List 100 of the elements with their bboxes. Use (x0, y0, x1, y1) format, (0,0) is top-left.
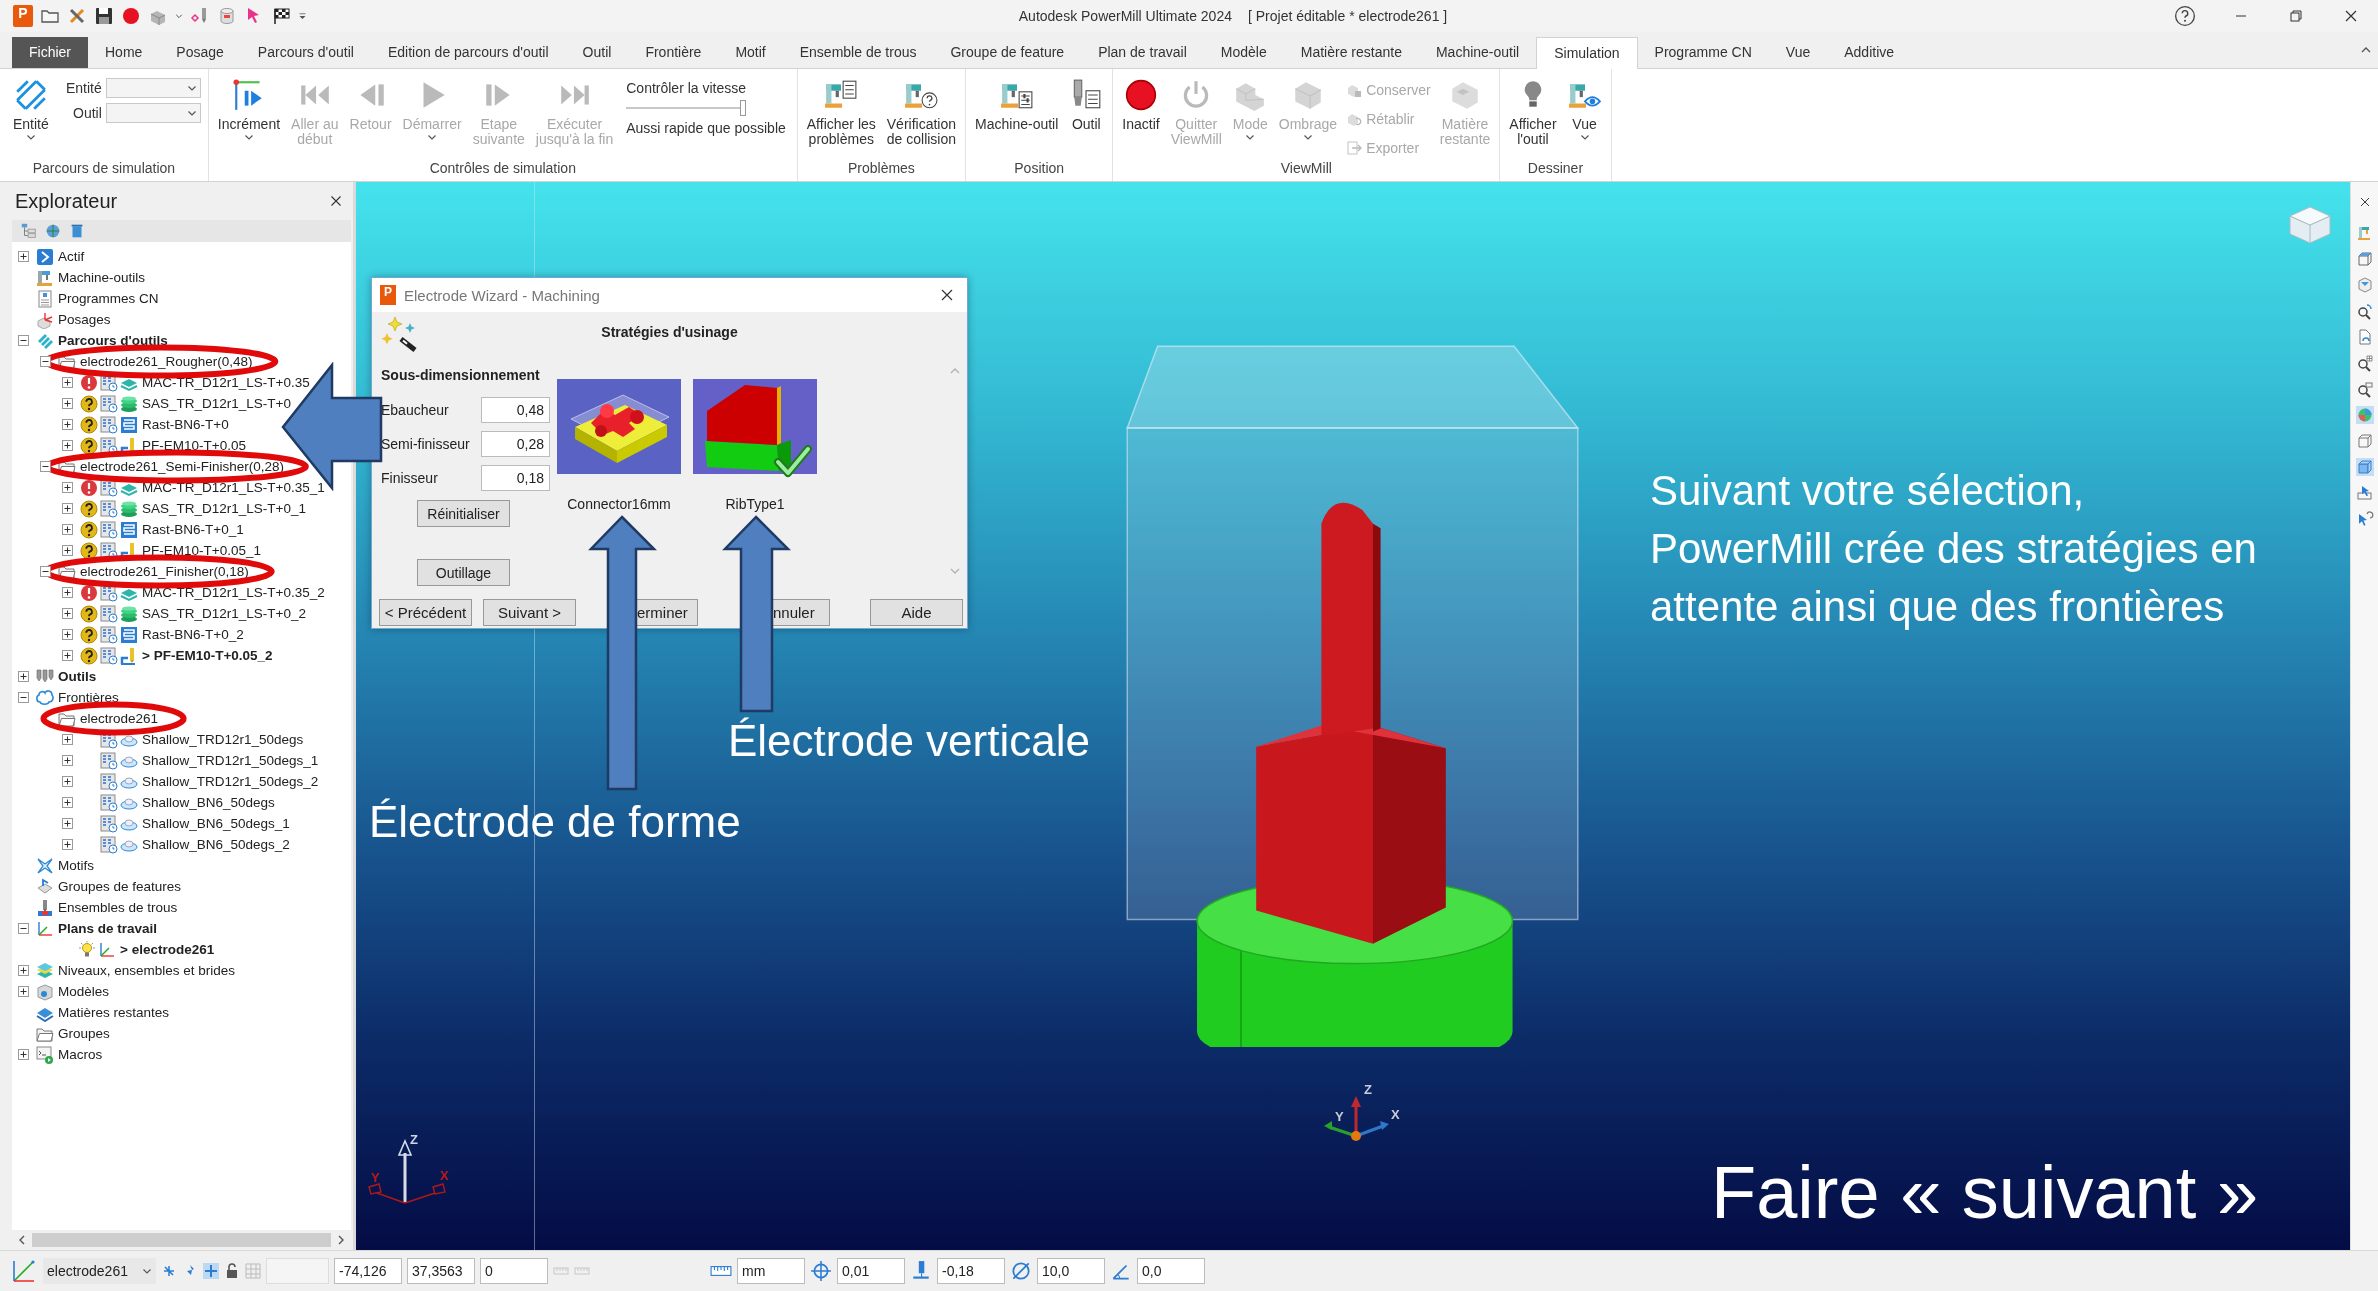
globe-icon[interactable] (44, 222, 62, 240)
plus-box-icon[interactable] (61, 818, 73, 829)
plus-box-icon[interactable] (17, 671, 29, 682)
tree-item[interactable]: Shallow_TRD12r1_50degs_2 (142, 774, 319, 789)
asterisk-icon[interactable] (161, 1263, 177, 1279)
input-field[interactable]: 0,48 (481, 397, 550, 423)
caret-icon[interactable] (175, 12, 183, 20)
tree-item[interactable]: Shallow_TRD12r1_50degs (142, 732, 304, 747)
plus-box-icon[interactable] (17, 251, 29, 262)
dropdown-caret-icon[interactable] (298, 10, 307, 22)
dialog-button[interactable]: Outillage (417, 559, 510, 586)
ribbon-tab[interactable]: Simulation (1536, 37, 1638, 69)
minus-box-icon[interactable] (17, 692, 29, 703)
tool-depth-icon[interactable] (910, 1260, 932, 1282)
ribbon-tab[interactable]: Frontière (628, 37, 719, 68)
ribbon-tab[interactable]: Modèle (1203, 37, 1284, 68)
tree-item[interactable]: SAS_TR_D12r1_LS-T+0_2 (142, 606, 306, 621)
file-tab[interactable]: Fichier (12, 37, 88, 68)
sphere-icon[interactable] (2355, 406, 2374, 424)
ribbon-tab[interactable]: Edition de parcours d'outil (370, 37, 566, 68)
ribbon-tab[interactable]: Matière restante (1283, 37, 1419, 68)
cube-icon[interactable] (2355, 458, 2374, 476)
plus-box-icon[interactable] (61, 482, 73, 493)
dialog-button[interactable]: Réinitialiser (417, 500, 510, 527)
input-field[interactable] (266, 1258, 329, 1284)
tree-item[interactable]: MAC-TR_D12r1_LS-T+0.35 (142, 375, 310, 390)
tree-item[interactable]: Programmes CN (58, 291, 159, 306)
electrode-thumbnail[interactable] (693, 379, 817, 474)
plus-box-icon[interactable] (61, 545, 73, 556)
plus-box-icon[interactable] (17, 965, 29, 976)
plus-box-icon[interactable] (61, 755, 73, 766)
ribbon-tab[interactable]: Plan de travail (1081, 37, 1204, 68)
tree-item[interactable]: Rast-BN6-T+0_2 (142, 627, 244, 642)
cube-icon[interactable] (2355, 250, 2374, 268)
plus-square-icon[interactable] (203, 1263, 219, 1279)
tree-view-icon[interactable] (20, 222, 38, 240)
dialog-button[interactable]: nnuler (771, 599, 830, 626)
tree-item[interactable]: > PF-EM10-T+0.05_2 (142, 648, 273, 663)
plus-box-icon[interactable] (61, 608, 73, 619)
tree-item[interactable]: Parcours d'outils (58, 333, 168, 348)
zoom-rotate-icon[interactable] (2355, 302, 2374, 320)
value-field[interactable]: mm (737, 1258, 805, 1284)
tree-item[interactable]: Posages (58, 312, 111, 327)
minus-box-icon[interactable] (17, 335, 29, 346)
plus-box-icon[interactable] (17, 986, 29, 997)
ribbon-button[interactable]: Outil (1065, 72, 1108, 132)
tree-item[interactable]: Frontières (58, 690, 119, 705)
pointer-box-icon[interactable] (2355, 484, 2374, 502)
save-icon[interactable] (94, 6, 114, 26)
ribbon-tab[interactable]: Posage (159, 37, 241, 68)
minus-box-icon[interactable] (39, 461, 51, 472)
scrollbar-thumb[interactable] (32, 1233, 331, 1247)
workplane-dropdown[interactable]: electrode261 (43, 1258, 156, 1284)
ribbon-button[interactable]: Afficher l'outil (1505, 72, 1561, 147)
coordinate-field[interactable]: 0 (480, 1258, 548, 1284)
plus-box-icon[interactable] (61, 503, 73, 514)
tree-item[interactable]: Rast-BN6-T+0_1 (142, 522, 244, 537)
tree-item[interactable]: Outils (58, 669, 97, 684)
minus-box-icon[interactable] (39, 566, 51, 577)
ribbon-tab[interactable]: Groupe de feature (933, 37, 1082, 68)
dialog-button[interactable]: < Précédent (379, 599, 472, 626)
ribbon-button[interactable]: Vérification de collision (882, 72, 961, 147)
tree-item[interactable]: SAS_TR_D12r1_LS-T+0 (142, 396, 291, 411)
help-icon[interactable] (2174, 5, 2196, 27)
lock-icon[interactable] (224, 1263, 240, 1279)
minus-box-icon[interactable] (39, 356, 51, 367)
value-field[interactable]: 0,0 (1137, 1258, 1205, 1284)
electrode-thumbnail[interactable] (557, 379, 681, 474)
plus-box-icon[interactable] (61, 587, 73, 598)
diameter-icon[interactable] (1010, 1260, 1032, 1282)
plus-box-icon[interactable] (61, 650, 73, 661)
tree-item[interactable]: Shallow_BN6_50degs_1 (142, 816, 290, 831)
ribbon-tab[interactable]: Machine-outil (1418, 37, 1537, 68)
ribbon-tab[interactable]: Parcours d'outil (240, 37, 371, 68)
plus-box-icon[interactable] (61, 419, 73, 430)
tree-item[interactable]: Actif (58, 249, 85, 264)
tree-item[interactable]: Shallow_TRD12r1_50degs_1 (142, 753, 319, 768)
tree-item[interactable]: Matières restantes (58, 1005, 170, 1020)
ribbon-button[interactable]: Machine-outil (971, 72, 1063, 132)
zoom-box-icon[interactable] (2355, 380, 2374, 398)
input-field[interactable]: 0,18 (481, 465, 550, 491)
tree-item[interactable]: > electrode261 (120, 942, 215, 957)
tree-item[interactable]: Rast-BN6-T+0 (142, 417, 229, 432)
dialog-button[interactable]: erminer (635, 599, 698, 626)
tree-item[interactable]: Motifs (58, 858, 94, 873)
plus-box-icon[interactable] (61, 398, 73, 409)
cube-icon[interactable] (2355, 276, 2374, 294)
tree-item[interactable]: Macros (58, 1047, 103, 1062)
plus-box-icon[interactable] (61, 797, 73, 808)
tree-item[interactable]: PF-EM10-T+0.05 (142, 438, 246, 453)
ribbon-button[interactable]: Inactif (1118, 72, 1164, 132)
crossed-tools-icon[interactable] (67, 6, 87, 26)
tree-item[interactable]: Machine-outils (58, 270, 146, 285)
ribbon-button[interactable]: Entité (5, 72, 61, 142)
tree-item[interactable]: Shallow_BN6_50degs (142, 795, 275, 810)
plus-box-icon[interactable] (61, 524, 73, 535)
ribbon-tab[interactable]: Ensemble de trous (782, 37, 934, 68)
target-icon[interactable] (810, 1260, 832, 1282)
value-field[interactable]: -0,18 (937, 1258, 1005, 1284)
ribbon-tab[interactable]: Outil (565, 37, 629, 68)
